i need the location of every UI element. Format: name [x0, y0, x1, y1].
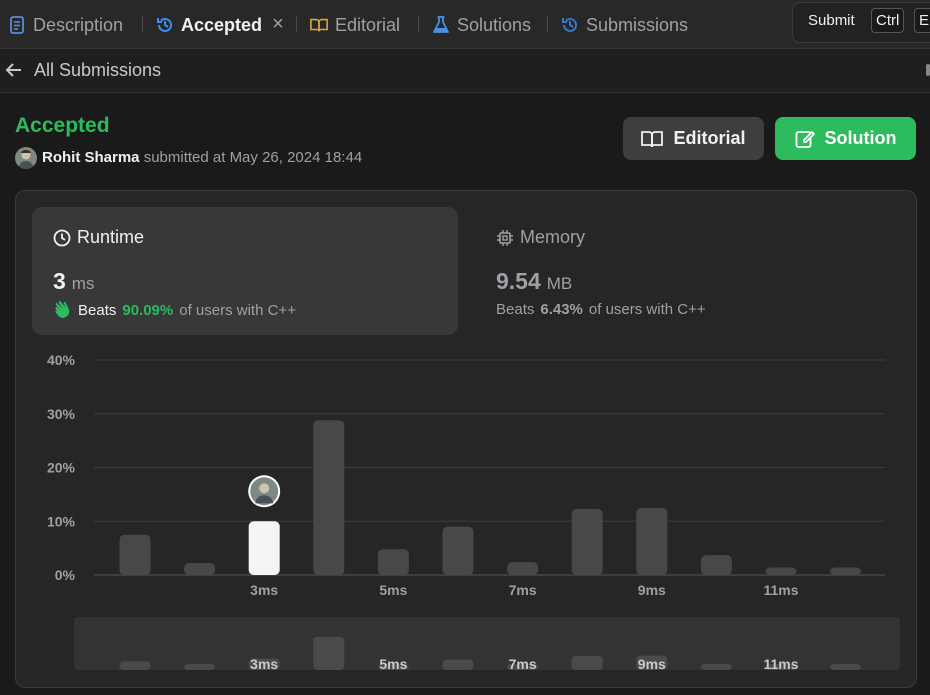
- runtime-beats: Beats 90.09% of users with C++: [53, 301, 296, 319]
- your-submission-avatar[interactable]: [248, 475, 281, 508]
- tab-divider: [296, 16, 297, 32]
- history-icon: [156, 16, 174, 34]
- runtime-bar[interactable]: [765, 567, 797, 575]
- runtime-bar[interactable]: [313, 420, 345, 575]
- navigator-bar: [184, 664, 216, 670]
- description-icon: [8, 16, 26, 34]
- runtime-bar[interactable]: [830, 567, 862, 575]
- solution-button-label: Solution: [824, 128, 897, 148]
- runtime-bar[interactable]: [700, 555, 732, 575]
- runtime-unit: ms: [71, 274, 95, 293]
- back-arrow-icon[interactable]: [4, 60, 24, 80]
- runtime-bar[interactable]: [184, 563, 216, 575]
- navigator-bar: [119, 661, 151, 670]
- navigator-tick-label: 3ms: [250, 656, 278, 672]
- navigator-bar: [313, 636, 345, 670]
- runtime-title: Runtime: [53, 227, 144, 248]
- y-tick-label: 40%: [47, 352, 76, 368]
- x-tick-label: 5ms: [379, 582, 407, 598]
- author-name[interactable]: Rohit Sharma: [42, 149, 140, 166]
- navigator-tick-label: 11ms: [763, 656, 798, 672]
- tab-label: Editorial: [335, 14, 401, 35]
- tab-label: Description: [33, 14, 124, 35]
- memory-title: Memory: [496, 227, 585, 248]
- chip-icon: [497, 229, 513, 246]
- book-icon: [310, 16, 328, 34]
- close-icon[interactable]: ×: [270, 14, 286, 34]
- solution-button[interactable]: Solution: [775, 117, 916, 160]
- x-tick-label: 9ms: [638, 582, 666, 598]
- runtime-value: 3 ms: [53, 268, 94, 295]
- navigator-bar: [571, 655, 603, 670]
- history-icon: [561, 16, 579, 34]
- memory-value-number: 9.54: [496, 268, 541, 294]
- x-tick-label: 7ms: [509, 582, 537, 598]
- runtime-bar[interactable]: [571, 508, 603, 575]
- memory-beats-label: Beats: [496, 301, 535, 318]
- book-icon: [641, 130, 664, 147]
- memory-title-label: Memory: [520, 227, 586, 247]
- runtime-beats-suffix: of users with C++: [179, 301, 296, 319]
- runtime-bar[interactable]: [119, 534, 151, 575]
- tab-submissions[interactable]: Submissions: [561, 13, 688, 37]
- runtime-bar[interactable]: [442, 526, 474, 575]
- clock-icon: [53, 229, 71, 246]
- submit-label: Submit: [808, 12, 855, 29]
- memory-unit: MB: [546, 274, 573, 293]
- tab-divider: [142, 16, 143, 32]
- navigator-tick-label: 7ms: [509, 656, 537, 672]
- tab-editorial[interactable]: Editorial: [310, 13, 400, 37]
- x-tick-label: 11ms: [763, 582, 798, 598]
- submitted-time: submitted at May 26, 2024 18:44: [143, 149, 363, 166]
- selected-runtime-bar[interactable]: [248, 521, 280, 575]
- kbd-ctrl: Ctrl: [871, 8, 905, 33]
- tab-description[interactable]: Description: [8, 13, 123, 37]
- runtime-bar[interactable]: [507, 562, 539, 575]
- submission-status: Accepted: [15, 114, 110, 137]
- runtime-bar[interactable]: [377, 549, 409, 575]
- tab-label: Accepted: [181, 14, 263, 35]
- runtime-title-label: Runtime: [77, 227, 145, 247]
- memory-beats: Beats 6.43% of users with C++: [496, 301, 706, 318]
- navigator-tick-label: 5ms: [379, 656, 407, 672]
- submission-meta: Rohit Sharma submitted at May 26, 2024 1…: [42, 149, 362, 166]
- flask-icon: [432, 16, 450, 34]
- y-tick-label: 30%: [47, 406, 76, 422]
- y-tick-label: 20%: [47, 460, 76, 476]
- edit-icon: [795, 130, 815, 148]
- editorial-button[interactable]: Editorial: [623, 117, 764, 160]
- y-tick-label: 0%: [55, 567, 76, 583]
- kbd-enter: E: [914, 8, 930, 33]
- runtime-beats-percent: 90.09%: [122, 301, 174, 319]
- edge-handle: [926, 64, 930, 76]
- navigator-bar: [442, 659, 474, 670]
- memory-beats-suffix: of users with C++: [588, 301, 706, 318]
- tab-solutions[interactable]: Solutions: [432, 13, 531, 37]
- editorial-button-label: Editorial: [673, 128, 746, 148]
- all-submissions-link[interactable]: All Submissions: [34, 60, 161, 81]
- tab-accepted[interactable]: Accepted: [156, 13, 262, 37]
- memory-value: 9.54 MB: [496, 268, 572, 295]
- tab-divider: [418, 16, 419, 32]
- avatar[interactable]: [15, 147, 37, 169]
- memory-beats-percent: 6.43%: [540, 301, 583, 318]
- navigator-bar: [700, 664, 732, 670]
- wave-hand-icon: [55, 301, 70, 318]
- x-tick-label: 3ms: [250, 582, 278, 598]
- runtime-value-number: 3: [53, 268, 66, 294]
- tab-divider: [547, 16, 548, 32]
- tab-label: Solutions: [457, 14, 532, 35]
- navigator-tick-label: 9ms: [638, 656, 666, 672]
- y-tick-label: 10%: [47, 513, 76, 529]
- tab-label: Submissions: [586, 14, 689, 35]
- runtime-beats-label: Beats: [78, 301, 117, 319]
- navigator-bar: [830, 664, 862, 670]
- runtime-bar[interactable]: [636, 507, 668, 575]
